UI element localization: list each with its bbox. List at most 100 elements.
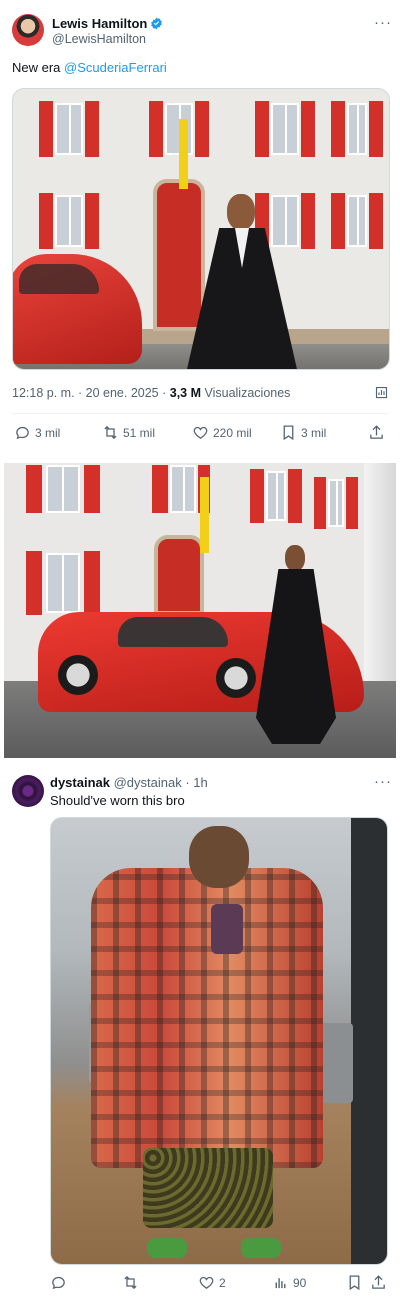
like-count: 220 mil: [213, 425, 252, 440]
repost-button[interactable]: 51 mil: [102, 424, 155, 441]
share-button[interactable]: [368, 424, 385, 441]
share-icon: [372, 1275, 385, 1289]
share-button[interactable]: [370, 1274, 387, 1291]
shutter: [314, 477, 326, 529]
repost-button[interactable]: [122, 1274, 143, 1291]
arched-door: [154, 535, 204, 615]
phone: [211, 904, 243, 954]
reply-avatar[interactable]: [12, 775, 44, 807]
bookmark-icon: [349, 1275, 360, 1291]
window: [328, 479, 344, 527]
window: [55, 195, 83, 247]
shutter: [85, 101, 99, 157]
yellow-flag: [179, 119, 188, 189]
verified-badge-icon: [151, 17, 163, 30]
shutter: [39, 101, 53, 157]
window: [347, 103, 367, 155]
reply-button[interactable]: [50, 1274, 71, 1291]
head: [285, 545, 305, 571]
more-icon[interactable]: ···: [374, 14, 392, 31]
window: [55, 103, 83, 155]
head: [189, 826, 249, 888]
reply-author-name[interactable]: dystainak: [50, 775, 110, 790]
bookmark-icon: [283, 425, 294, 441]
bookmark-button[interactable]: [346, 1274, 363, 1291]
car-windshield: [19, 264, 99, 294]
views-count: 90: [293, 1275, 307, 1290]
tweet-meta: 12:18 p. m. · 20 ene. 2025 · 3,3 M Visua…: [12, 386, 290, 400]
shutter: [255, 101, 269, 157]
reply-author-handle[interactable]: @dystainak: [114, 775, 182, 790]
shutter: [301, 193, 315, 249]
like-icon: [193, 426, 208, 439]
reply-author[interactable]: dystainak @dystainak · 1h: [50, 775, 208, 790]
shutter: [369, 101, 383, 157]
shutter: [84, 465, 100, 513]
reply-photo[interactable]: [50, 817, 388, 1265]
shutter: [331, 101, 345, 157]
reply-icon: [52, 1276, 65, 1290]
author-name-text[interactable]: Lewis Hamilton: [52, 16, 147, 31]
shutter: [149, 101, 163, 157]
repost-icon: [104, 425, 117, 440]
shutter: [152, 465, 168, 513]
yellow-flag: [200, 477, 209, 553]
repost-count: 51 mil: [123, 425, 156, 440]
reply-text: Should've worn this bro: [50, 793, 185, 808]
repost-icon: [124, 1275, 137, 1290]
shutter: [346, 477, 358, 529]
mention-link[interactable]: @ScuderiaFerrari: [64, 60, 167, 75]
patterned-pants: [143, 1148, 273, 1228]
share-icon: [370, 425, 383, 439]
shutter: [39, 193, 53, 249]
reply-actions: 2 90: [50, 1274, 390, 1294]
more-icon[interactable]: ···: [374, 773, 392, 790]
bookmark-count: 3 mil: [301, 425, 327, 440]
author-avatar[interactable]: [12, 14, 44, 46]
reply-button[interactable]: 3 mil: [14, 424, 60, 441]
tweet-text: New era @ScuderiaFerrari: [12, 60, 167, 75]
bookmark-button[interactable]: 3 mil: [280, 424, 326, 441]
shutter: [301, 101, 315, 157]
like-icon: [199, 1276, 214, 1289]
views-label: Visualizaciones: [201, 386, 291, 400]
shoe: [147, 1238, 187, 1258]
shutter: [288, 469, 302, 523]
like-count: 2: [219, 1275, 226, 1290]
second-photo: [4, 463, 396, 758]
window: [170, 465, 196, 513]
window: [347, 195, 367, 247]
shutter: [369, 193, 383, 249]
window: [46, 465, 80, 513]
reply-count: 3 mil: [35, 425, 61, 440]
like-button[interactable]: 2: [198, 1274, 226, 1291]
analytics-icon[interactable]: [374, 385, 389, 400]
reply-time[interactable]: · 1h: [185, 775, 207, 790]
shoe: [241, 1238, 281, 1258]
plaid-shirt: [91, 868, 323, 1168]
reply-icon: [16, 426, 29, 440]
shutter: [331, 193, 345, 249]
tweet-time[interactable]: 12:18 p. m. · 20 ene. 2025 ·: [12, 386, 170, 400]
author-handle[interactable]: @LewisHamilton: [52, 32, 146, 46]
views-icon: [275, 1278, 286, 1289]
shutter: [26, 465, 42, 513]
window-frame: [351, 818, 387, 1264]
window: [266, 471, 286, 521]
window: [271, 103, 299, 155]
background-tree: [364, 463, 396, 683]
head: [227, 194, 255, 230]
window: [46, 553, 80, 613]
tweet-text-body: New era: [12, 60, 65, 75]
author-name[interactable]: Lewis Hamilton: [52, 16, 163, 31]
shutter: [84, 551, 100, 615]
tweet-photo[interactable]: [12, 88, 390, 370]
car-wheel: [216, 658, 256, 698]
views-button[interactable]: 90: [272, 1274, 306, 1291]
tweet-actions: 3 mil 51 mil 220 mil 3 mil: [12, 424, 392, 444]
shutter: [250, 469, 264, 523]
car-windshield: [118, 617, 228, 647]
car-wheel: [58, 655, 98, 695]
like-button[interactable]: 220 mil: [192, 424, 252, 441]
shutter: [85, 193, 99, 249]
